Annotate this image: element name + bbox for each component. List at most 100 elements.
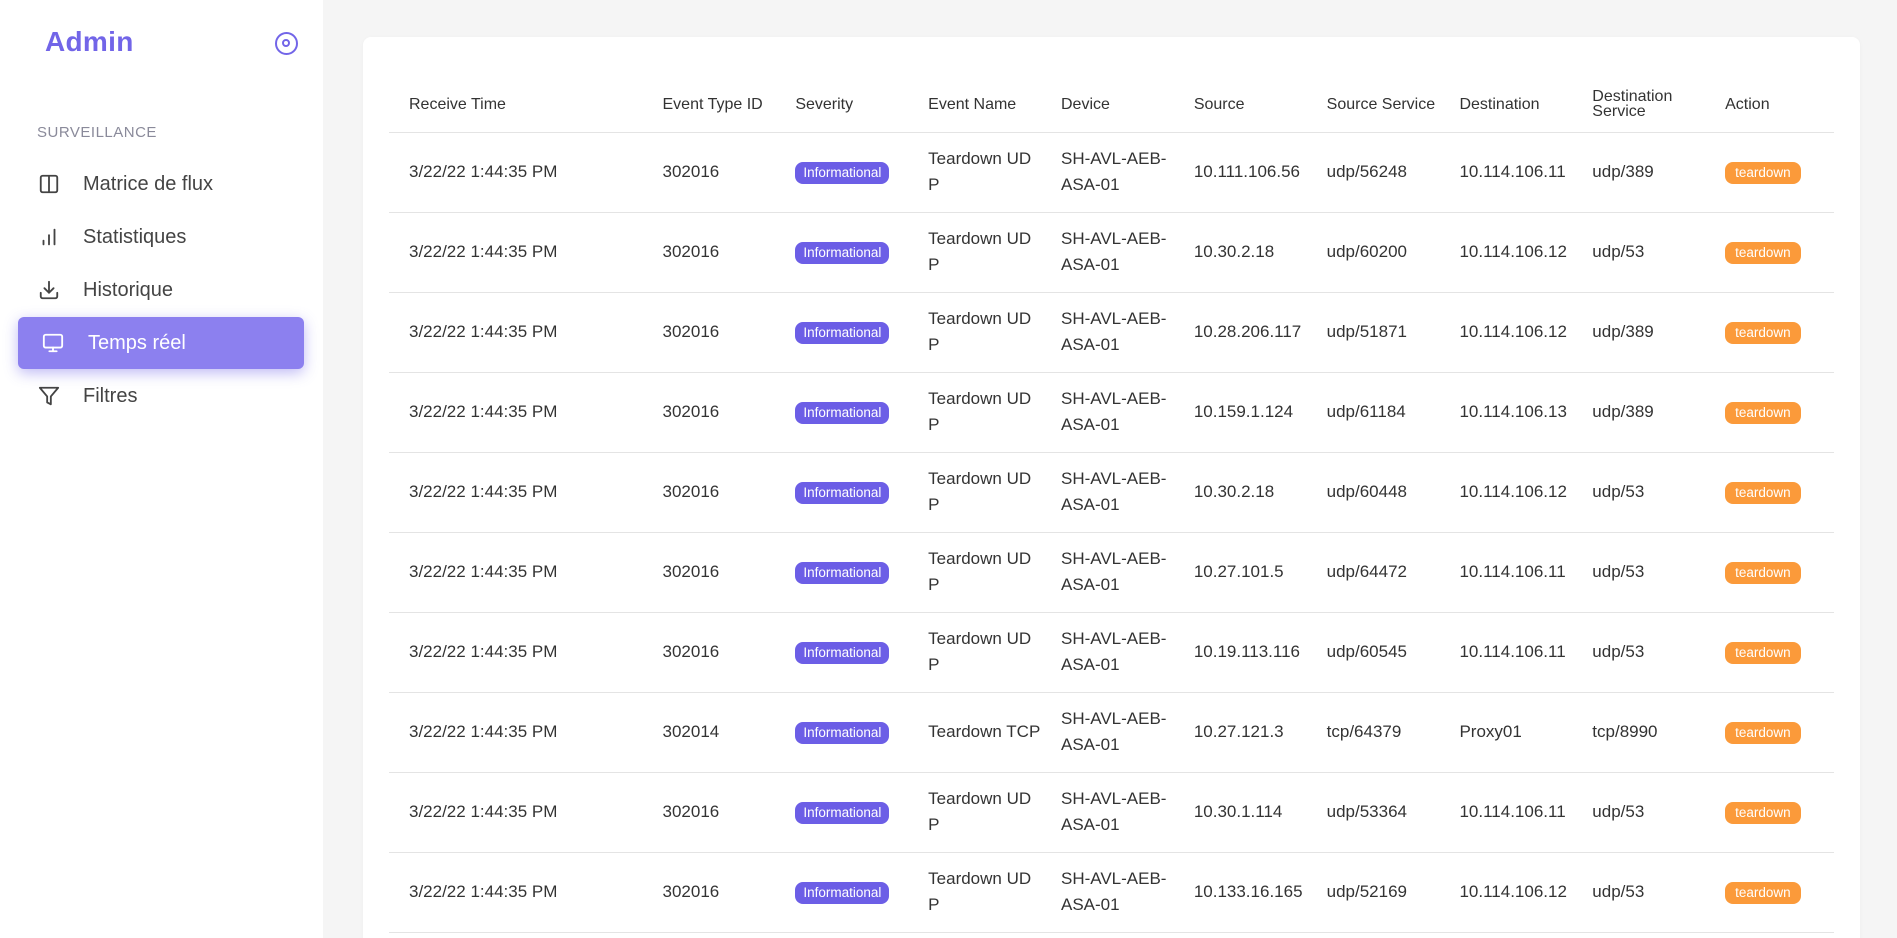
- severity-badge: Informational: [795, 482, 890, 504]
- column-header[interactable]: Receive Time: [389, 77, 643, 133]
- column-header[interactable]: Action: [1705, 77, 1834, 133]
- action-badge: teardown: [1725, 482, 1801, 504]
- column-header[interactable]: Destination Service: [1572, 77, 1706, 133]
- table-row[interactable]: 3/22/22 1:44:35 PM 302016 Informational Tea…: [389, 292, 1834, 373]
- column-header[interactable]: Source: [1173, 77, 1307, 133]
- sidebar-item-label: Filtres: [83, 384, 138, 407]
- table-cell: udp/53: [1572, 452, 1706, 533]
- table-cell: 3/22/22 1:44:35 PM: [389, 532, 643, 613]
- table-row[interactable]: 3/22/22 1:44:35 PM 302016 Informational Tea…: [389, 852, 1834, 933]
- table-cell: Teardown UDP: [908, 132, 1041, 213]
- table-header-row: Receive Time Event Type ID Severity Event N…: [389, 77, 1834, 133]
- table-cell: udp/64472: [1306, 532, 1440, 613]
- table-cell: 302016: [642, 772, 776, 853]
- table-cell: 10.28.206.117: [1173, 292, 1307, 373]
- table-row[interactable]: 3/22/22 1:44:35 PM 302016 Informational Tea…: [389, 372, 1834, 453]
- sidebar-item-matrice-de-flux[interactable]: Matrice de flux: [18, 158, 304, 210]
- events-table: Receive Time Event Type ID Severity Event N…: [389, 77, 1834, 933]
- action-cell: teardown: [1705, 372, 1834, 453]
- table-cell: SH-AVL-AEB-ASA-01: [1040, 452, 1174, 533]
- table-cell: udp/56248: [1306, 132, 1440, 213]
- column-header[interactable]: Device: [1040, 77, 1174, 133]
- table-cell: 10.114.106.11: [1439, 532, 1573, 613]
- table-cell: SH-AVL-AEB-ASA-01: [1040, 372, 1174, 453]
- table-cell: 10.159.1.124: [1173, 372, 1307, 453]
- severity-badge: Informational: [795, 402, 890, 424]
- column-header[interactable]: Event Type ID: [642, 77, 776, 133]
- action-badge: teardown: [1725, 162, 1801, 184]
- table-cell: 3/22/22 1:44:35 PM: [389, 852, 643, 933]
- table-cell: 302016: [642, 452, 776, 533]
- column-header[interactable]: Source Service: [1306, 77, 1440, 133]
- table-cell: 302016: [642, 612, 776, 693]
- sidebar-item-label: Historique: [83, 278, 174, 301]
- severity-badge: Informational: [795, 722, 890, 744]
- table-row[interactable]: 3/22/22 1:44:35 PM 302016 Informational Tea…: [389, 772, 1834, 853]
- table-cell: 10.30.2.18: [1173, 452, 1307, 533]
- sidebar-item-temps-r-el[interactable]: Temps réel: [18, 317, 304, 369]
- table-cell: 302016: [642, 292, 776, 373]
- sidebar-nav: Matrice de flux Statistiques Historique Tem…: [18, 158, 304, 423]
- table-cell: tcp/64379: [1306, 692, 1440, 773]
- filter-icon: [37, 384, 61, 408]
- column-header[interactable]: Event Name: [908, 77, 1041, 133]
- severity-cell: Informational: [775, 212, 909, 293]
- table-cell: 10.27.121.3: [1173, 692, 1307, 773]
- table-cell: 10.114.106.11: [1439, 612, 1573, 693]
- table-row[interactable]: 3/22/22 1:44:35 PM 302016 Informational Tea…: [389, 212, 1834, 293]
- action-badge: teardown: [1725, 722, 1801, 744]
- table-row[interactable]: 3/22/22 1:44:35 PM 302016 Informational Tea…: [389, 612, 1834, 693]
- table-row[interactable]: 3/22/22 1:44:35 PM 302016 Informational Tea…: [389, 132, 1834, 213]
- table-cell: 3/22/22 1:44:35 PM: [389, 692, 643, 773]
- table-cell: 10.114.106.12: [1439, 852, 1573, 933]
- sidebar-item-label: Matrice de flux: [83, 172, 214, 195]
- severity-cell: Informational: [775, 372, 909, 453]
- table-cell: udp/389: [1572, 132, 1706, 213]
- table-cell: Teardown UDP: [908, 292, 1041, 373]
- column-header[interactable]: Destination: [1439, 77, 1573, 133]
- table-cell: SH-AVL-AEB-ASA-01: [1040, 852, 1174, 933]
- brand-title: Admin: [45, 26, 134, 57]
- table-cell: 10.111.106.56: [1173, 132, 1307, 213]
- table-cell: SH-AVL-AEB-ASA-01: [1040, 292, 1174, 373]
- table-cell: Teardown UDP: [908, 612, 1041, 693]
- action-cell: teardown: [1705, 292, 1834, 373]
- severity-badge: Informational: [795, 562, 890, 584]
- table-cell: udp/389: [1572, 372, 1706, 453]
- severity-cell: Informational: [775, 292, 909, 373]
- table-row[interactable]: 3/22/22 1:44:35 PM 302016 Informational Tea…: [389, 532, 1834, 613]
- severity-badge: Informational: [795, 322, 890, 344]
- table-cell: udp/60448: [1306, 452, 1440, 533]
- severity-badge: Informational: [795, 162, 890, 184]
- sidebar-item-statistiques[interactable]: Statistiques: [18, 211, 304, 263]
- action-badge: teardown: [1725, 642, 1801, 664]
- table-cell: 10.30.2.18: [1173, 212, 1307, 293]
- action-badge: teardown: [1725, 242, 1801, 264]
- table-cell: 302016: [642, 212, 776, 293]
- sidebar-item-historique[interactable]: Historique: [18, 264, 304, 316]
- column-header[interactable]: Severity: [775, 77, 909, 133]
- action-badge: teardown: [1725, 402, 1801, 424]
- table-cell: SH-AVL-AEB-ASA-01: [1040, 772, 1174, 853]
- table-row[interactable]: 3/22/22 1:44:35 PM 302016 Informational Tea…: [389, 452, 1834, 533]
- table-cell: 10.114.106.12: [1439, 452, 1573, 533]
- table-cell: 3/22/22 1:44:35 PM: [389, 292, 643, 373]
- sidebar-toggle-icon[interactable]: [275, 32, 298, 55]
- table-cell: 3/22/22 1:44:35 PM: [389, 772, 643, 853]
- sidebar-item-filtres[interactable]: Filtres: [18, 370, 304, 422]
- table-cell: udp/51871: [1306, 292, 1440, 373]
- table-cell: Teardown UDP: [908, 212, 1041, 293]
- table-cell: Proxy01: [1439, 692, 1573, 773]
- table-cell: udp/53: [1572, 612, 1706, 693]
- action-cell: teardown: [1705, 532, 1834, 613]
- action-badge: teardown: [1725, 882, 1801, 904]
- table-row[interactable]: 3/22/22 1:44:35 PM 302014 Informational Tea…: [389, 692, 1834, 773]
- table-cell: SH-AVL-AEB-ASA-01: [1040, 612, 1174, 693]
- severity-cell: Informational: [775, 692, 909, 773]
- action-cell: teardown: [1705, 852, 1834, 933]
- table-cell: 3/22/22 1:44:35 PM: [389, 452, 643, 533]
- severity-badge: Informational: [795, 642, 890, 664]
- sidebar-item-label: Temps réel: [88, 331, 186, 354]
- action-cell: teardown: [1705, 212, 1834, 293]
- table-cell: udp/53: [1572, 212, 1706, 293]
